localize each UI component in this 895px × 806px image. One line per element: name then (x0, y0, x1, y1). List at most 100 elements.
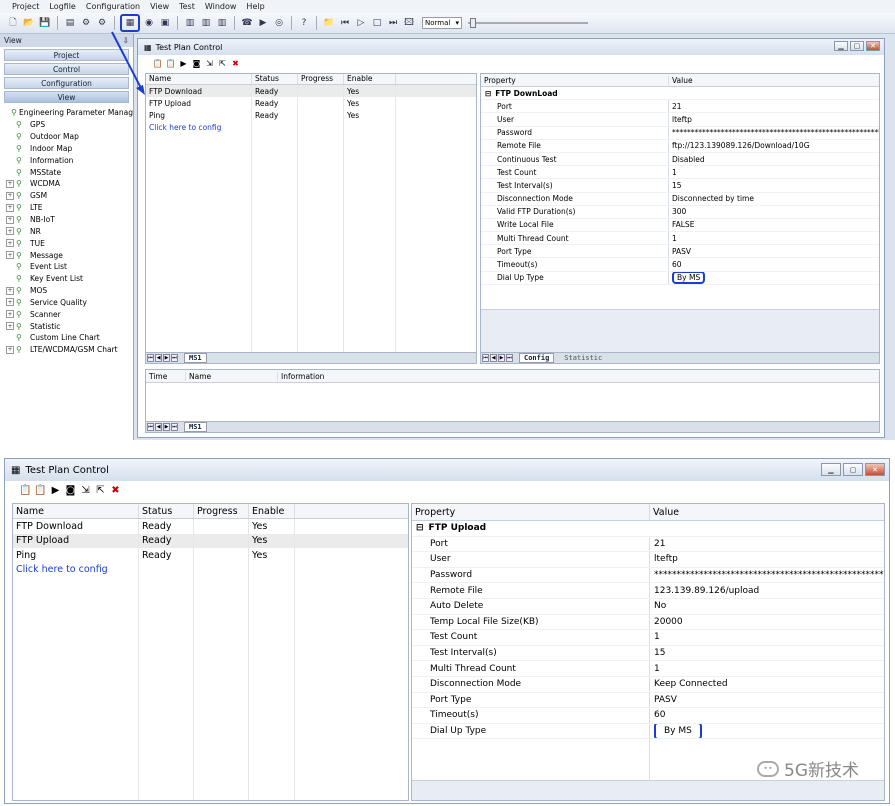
property-value[interactable]: 21 (650, 537, 884, 552)
property-value-text: By MS (654, 723, 702, 739)
col-name[interactable]: Name (13, 504, 139, 518)
property-value-text: 20000 (654, 616, 683, 627)
property-row[interactable]: Timeout(s) 60 (412, 708, 884, 724)
stop-icon[interactable]: ◙ (64, 484, 77, 497)
test-list-header: Name Status Progress Enable (13, 504, 408, 519)
property-value[interactable]: 15 (650, 646, 884, 661)
col-value[interactable]: Value (650, 504, 884, 520)
test-row[interactable]: Ping Ready Yes (13, 548, 408, 563)
col-property[interactable]: Property (412, 504, 650, 520)
cell-status: Ready (142, 549, 172, 561)
delete-icon[interactable]: ✖ (109, 484, 122, 497)
test-plan-control-window-enlarged: ▦ Test Plan Control ▁ ▢ ✕ 📋 📋 ▶ ◙ ⇲ ⇱ ✖ … (4, 458, 890, 804)
cell-progress (194, 519, 249, 534)
property-key: User (412, 552, 650, 567)
collapse-icon[interactable]: ⊟ (416, 523, 424, 533)
arrow-line (111, 31, 143, 91)
property-description (412, 780, 884, 800)
property-group[interactable]: ⊟ FTP Upload (412, 521, 884, 537)
col-progress[interactable]: Progress (194, 504, 249, 518)
cell-status: Ready (142, 535, 172, 547)
property-row[interactable]: Disconnection Mode Keep Connected (412, 676, 884, 693)
col-divider (294, 519, 295, 800)
property-value-text: 60 (654, 710, 666, 721)
property-row[interactable]: User lteftp (412, 552, 884, 568)
test-list: Name Status Progress Enable FTP Download… (12, 503, 409, 801)
property-value-text: No (654, 601, 667, 612)
property-value[interactable]: ****************************************… (650, 568, 884, 583)
property-value[interactable]: By MS (650, 723, 884, 739)
cell-enable: Yes (252, 549, 268, 561)
window-controls: ▁ ▢ ✕ (821, 463, 885, 476)
maximize-button[interactable]: ▢ (843, 463, 863, 476)
property-row[interactable]: Test Count 1 (412, 630, 884, 646)
property-row[interactable]: Multi Thread Count 1 (412, 661, 884, 677)
property-row[interactable]: Temp Local File Size(KB) 20000 (412, 614, 884, 631)
config-link-row: Click here to config (13, 563, 408, 578)
property-key: Test Interval(s) (412, 645, 650, 661)
test-row[interactable]: FTP Download Ready Yes (13, 519, 408, 534)
start-icon[interactable]: ▶ (49, 484, 62, 497)
property-key: Timeout(s) (412, 708, 650, 723)
edit-test-icon[interactable]: 📋 (34, 484, 47, 497)
export-icon[interactable]: ⇲ (79, 484, 92, 497)
property-value-text: 15 (654, 648, 666, 659)
col-enable[interactable]: Enable (249, 504, 295, 518)
property-row[interactable]: Test Interval(s) 15 (412, 645, 884, 662)
watermark: •• 5G新技术 (757, 756, 859, 781)
property-key: Password (412, 567, 650, 583)
minimize-button[interactable]: ▁ (821, 463, 841, 476)
property-grid-header: Property Value (412, 504, 884, 521)
arrow-head (136, 85, 145, 95)
window-title: Test Plan Control (25, 464, 109, 476)
window-title-bar: ▦ Test Plan Control (5, 459, 889, 481)
property-key: Dial Up Type (412, 723, 650, 739)
col-status[interactable]: Status (139, 504, 194, 518)
config-link[interactable]: Click here to config (13, 563, 153, 578)
property-row[interactable]: Password ********************************… (412, 567, 884, 584)
property-key: Temp Local File Size(KB) (412, 614, 650, 630)
property-key: Port Type (412, 692, 650, 708)
property-value-text: lteftp (654, 554, 678, 565)
cell-enable: Yes (252, 535, 268, 547)
close-button[interactable]: ✕ (865, 463, 885, 476)
property-value[interactable]: lteftp (650, 552, 884, 567)
import-icon[interactable]: ⇱ (94, 484, 107, 497)
cell-name: FTP Upload (16, 535, 70, 547)
property-value[interactable]: 123.139.89.126/upload (650, 583, 884, 598)
property-key: Disconnection Mode (412, 676, 650, 692)
property-value[interactable]: PASV (650, 693, 884, 708)
property-row[interactable]: Auto Delete No (412, 598, 884, 615)
col-divider (649, 738, 650, 780)
property-key: Test Count (412, 630, 650, 645)
col-divider (193, 519, 194, 800)
test-row[interactable]: FTP Upload Ready Yes (13, 533, 408, 548)
annotation-arrow (111, 31, 145, 95)
property-row[interactable]: Port Type PASV (412, 692, 884, 709)
watermark-text: 5G新技术 (784, 761, 859, 781)
property-row[interactable]: Port 21 (412, 536, 884, 553)
property-rows: Port 21 User lteftp Password ****************… (412, 536, 884, 740)
property-value-text: Keep Connected (654, 679, 728, 690)
cell-name: Ping (16, 549, 37, 561)
col-divider (248, 519, 249, 800)
test-rows: FTP Download Ready Yes FTP Upload Ready Yes Pi… (13, 519, 408, 563)
test-toolbar: 📋 📋 ▶ ◙ ⇲ ⇱ ✖ (5, 481, 889, 500)
cell-status: Ready (142, 520, 172, 532)
add-test-icon[interactable]: 📋 (19, 484, 32, 497)
property-key: Multi Thread Count (412, 661, 650, 676)
property-value[interactable]: No (650, 599, 884, 614)
property-key: Auto Delete (412, 598, 650, 614)
property-value[interactable]: 1 (650, 630, 884, 645)
cell-name: FTP Download (16, 520, 84, 532)
property-row[interactable]: Remote File 123.139.89.126/upload (412, 583, 884, 599)
property-value-text: 21 (654, 538, 666, 549)
property-value[interactable]: 60 (650, 708, 884, 723)
property-value-text: 1 (654, 663, 660, 674)
property-value[interactable]: 20000 (650, 615, 884, 630)
property-key: Port (412, 536, 650, 552)
property-row[interactable]: Dial Up Type By MS (412, 723, 884, 740)
property-value[interactable]: 1 (650, 661, 884, 676)
property-value[interactable]: Keep Connected (650, 677, 884, 692)
wechat-icon: •• (757, 760, 779, 777)
